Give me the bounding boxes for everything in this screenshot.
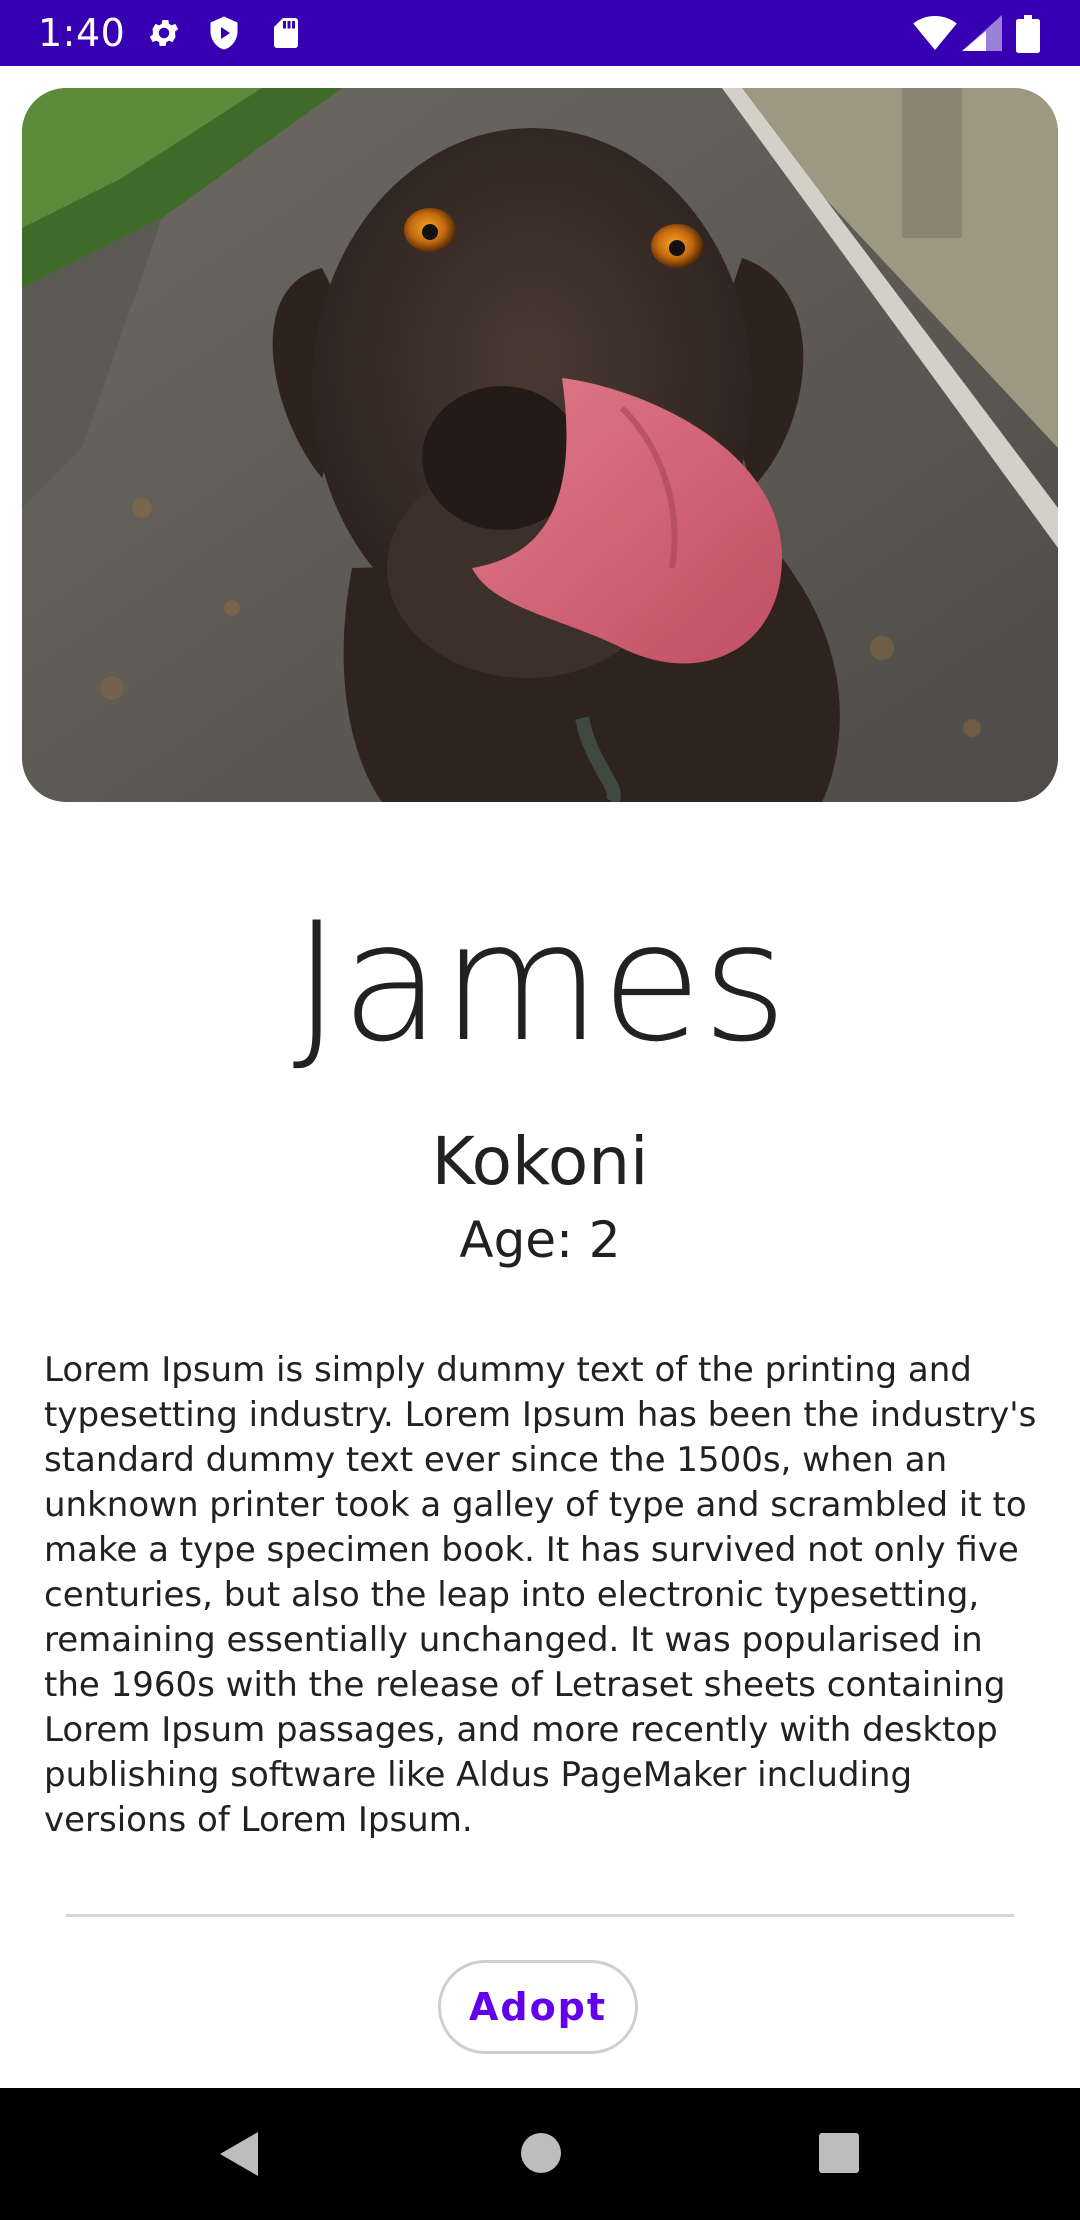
pet-description: Lorem Ipsum is simply dummy text of the … bbox=[44, 1350, 1037, 1840]
status-time: 1:40 bbox=[38, 11, 126, 55]
sd-card-icon bbox=[268, 15, 304, 51]
home-icon[interactable] bbox=[520, 2132, 562, 2178]
dog-photo bbox=[22, 88, 1058, 802]
divider bbox=[66, 1914, 1014, 1917]
status-bar: 1:40 bbox=[0, 0, 1080, 66]
adopt-button[interactable]: Adopt bbox=[438, 1960, 638, 2054]
wifi-icon bbox=[912, 15, 958, 51]
navigation-bar bbox=[0, 2088, 1080, 2220]
pet-breed: Kokoni bbox=[431, 1123, 649, 1200]
signal-icon bbox=[962, 15, 1002, 51]
pet-name: James bbox=[292, 887, 788, 1078]
shield-play-icon bbox=[206, 15, 242, 51]
pet-card: James Kokoni Age: 2 Lorem Ipsum is simpl… bbox=[22, 88, 1058, 2060]
content-area: James Kokoni Age: 2 Lorem Ipsum is simpl… bbox=[0, 66, 1080, 2088]
pet-age: Age: 2 bbox=[459, 1211, 621, 1269]
recents-icon[interactable] bbox=[818, 2132, 860, 2178]
back-icon[interactable] bbox=[218, 2130, 260, 2182]
battery-icon bbox=[1016, 15, 1040, 53]
gear-icon bbox=[146, 15, 182, 51]
